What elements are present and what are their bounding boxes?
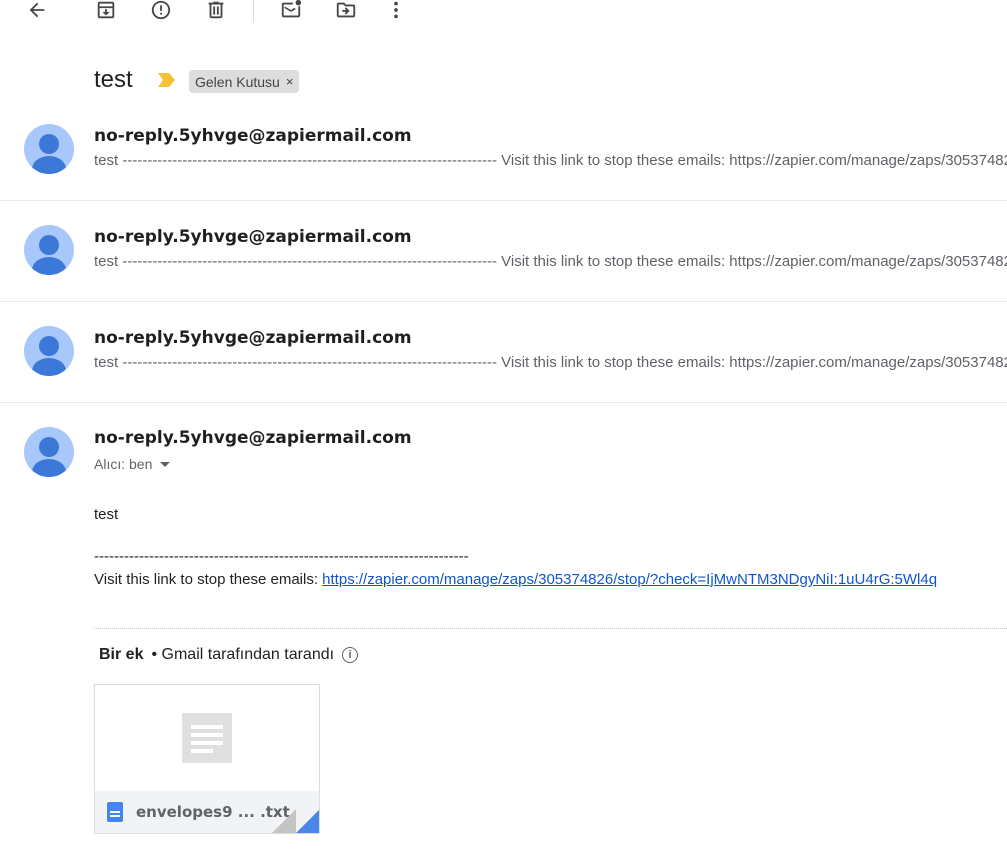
download-fold-icon	[272, 809, 296, 833]
message-sender: no-reply.5yhvge@zapiermail.com	[94, 227, 412, 247]
more-vert-icon[interactable]	[382, 0, 410, 24]
attachment-count: Bir ek	[99, 646, 144, 663]
message-body-text: test	[94, 506, 119, 523]
avatar	[24, 225, 74, 275]
document-thumbnail-icon	[182, 713, 232, 763]
mark-unread-icon[interactable]	[277, 0, 305, 24]
attachment-filename: envelopes9 ... .txt	[136, 803, 290, 821]
avatar	[24, 124, 74, 174]
scan-status: • Gmail tarafından tarandı	[151, 646, 335, 663]
unsubscribe-prefix: Visit this link to stop these emails:	[94, 571, 323, 588]
remove-label-icon[interactable]: ×	[286, 74, 294, 89]
info-icon[interactable]: i	[342, 647, 359, 663]
attachments-divider	[94, 628, 1007, 629]
toolbar-separator	[253, 0, 254, 22]
back-arrow-icon[interactable]	[23, 0, 51, 24]
message-snippet: test -----------------------------------…	[94, 253, 1007, 270]
file-type-corner-icon	[296, 810, 319, 833]
message-sender: no-reply.5yhvge@zapiermail.com	[94, 126, 412, 146]
thread-subject: test	[94, 66, 133, 93]
attachments-header: Bir ek • Gmail tarafından tarandı i	[99, 646, 359, 664]
message-sender: no-reply.5yhvge@zapiermail.com	[94, 428, 412, 448]
message-sender: no-reply.5yhvge@zapiermail.com	[94, 328, 412, 348]
unsubscribe-link[interactable]: https://zapier.com/manage/zaps/305374826…	[322, 571, 937, 588]
move-to-icon[interactable]	[332, 0, 360, 24]
recipient-label: Alıcı: ben	[94, 456, 153, 472]
archive-icon[interactable]	[92, 0, 120, 24]
message-body-dashes: ----------------------------------------…	[94, 548, 469, 565]
attachment-card[interactable]: envelopes9 ... .txt	[94, 684, 320, 834]
text-file-icon	[107, 802, 123, 822]
collapsed-message[interactable]: no-reply.5yhvge@zapiermail.com test ----…	[0, 201, 1007, 302]
importance-marker-icon[interactable]	[158, 73, 176, 92]
report-spam-icon[interactable]	[147, 0, 175, 24]
delete-icon[interactable]	[202, 0, 230, 24]
chevron-down-icon[interactable]	[160, 461, 171, 467]
collapsed-message[interactable]: no-reply.5yhvge@zapiermail.com test ----…	[0, 100, 1007, 201]
message-snippet: test -----------------------------------…	[94, 152, 1007, 169]
avatar	[24, 326, 74, 376]
avatar	[24, 427, 74, 477]
collapsed-message[interactable]: no-reply.5yhvge@zapiermail.com test ----…	[0, 302, 1007, 403]
recipient-details[interactable]: Alıcı: ben	[94, 456, 171, 472]
label-chip-inbox: Gelen Kutusu ×	[189, 70, 300, 93]
unsubscribe-line: Visit this link to stop these emails: ht…	[94, 571, 1007, 588]
message-snippet: test -----------------------------------…	[94, 354, 1007, 371]
label-chip-text: Gelen Kutusu	[195, 73, 280, 90]
